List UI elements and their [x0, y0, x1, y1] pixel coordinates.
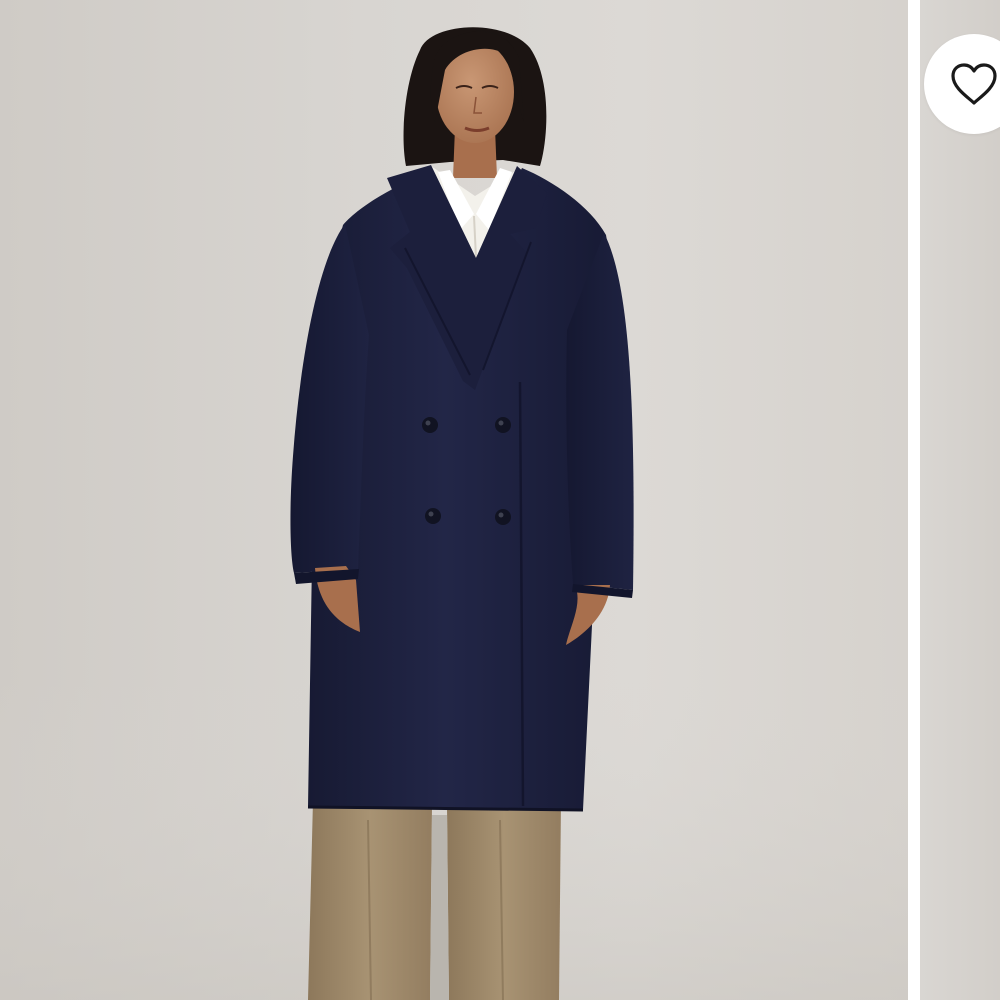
model-wearing-navy-coat-image — [0, 27, 908, 1000]
product-image-carousel[interactable] — [0, 0, 1000, 1000]
heart-outline-icon — [951, 63, 997, 105]
product-slide-main[interactable] — [0, 0, 908, 1000]
product-image-viewport — [0, 0, 1000, 1000]
carousel-gutter — [908, 0, 920, 1000]
product-slide-next-preview[interactable] — [920, 0, 1000, 1000]
